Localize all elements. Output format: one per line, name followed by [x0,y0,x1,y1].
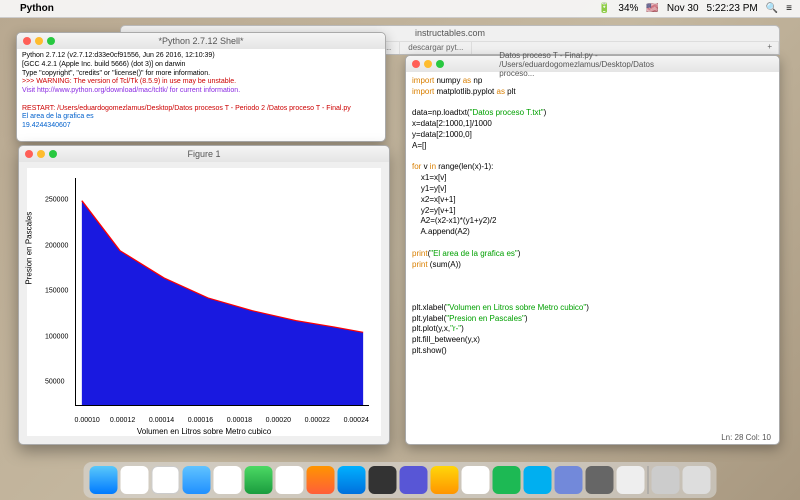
dock [84,462,717,498]
app-icon[interactable] [214,466,242,494]
plot-canvas[interactable]: Presion en Pascales Volumen en Litros so… [27,168,381,436]
matplotlib-figure-window: Figure 1 Presion en Pascales Volumen en … [18,145,390,445]
app-icon[interactable] [152,466,180,494]
app-icon[interactable] [462,466,490,494]
spotlight-icon[interactable]: 🔍 [766,3,778,14]
flag-icon[interactable]: 🇺🇸 [646,3,658,14]
app-icon[interactable] [617,466,645,494]
messages-icon[interactable] [245,466,273,494]
shell-output[interactable]: Python 2.7.12 (v2.7.12:d33e0cf91556, Jun… [17,49,385,134]
date-label: Nov 30 [667,3,699,14]
safari-icon[interactable] [183,466,211,494]
app-icon[interactable] [369,466,397,494]
settings-icon[interactable] [586,466,614,494]
menu-icon[interactable]: ≡ [786,3,792,14]
appstore-icon[interactable] [338,466,366,494]
trash-icon[interactable] [683,466,711,494]
finder-icon[interactable] [90,466,118,494]
code-editor[interactable]: import numpy as np import matplotlib.pyp… [406,72,779,361]
battery-pct: 34% [618,3,638,14]
app-icon[interactable] [121,466,149,494]
zoom-icon[interactable] [49,150,57,158]
close-icon[interactable] [23,37,31,45]
zoom-icon[interactable] [47,37,55,45]
python-icon[interactable] [431,466,459,494]
x-axis-label: Volumen en Litros sobre Metro cubico [137,427,271,436]
area-fill [76,178,369,405]
y-axis-label: Presion en Pascales [25,212,34,285]
axes [75,178,369,406]
zoom-icon[interactable] [436,60,444,68]
tab[interactable]: descargar pyt... [400,42,472,54]
dock-divider [648,466,649,494]
minimize-icon[interactable] [424,60,432,68]
minimize-icon[interactable] [37,150,45,158]
window-title: *Python 2.7.12 Shell* [158,36,243,46]
window-title: Figure 1 [187,149,220,159]
new-tab-button[interactable]: + [761,42,779,54]
downloads-icon[interactable] [652,466,680,494]
macos-menubar: Python 🔋 34% 🇺🇸 Nov 30 5:22:23 PM 🔍 ≡ [0,0,800,18]
app-icon[interactable] [400,466,428,494]
close-icon[interactable] [25,150,33,158]
spotify-icon[interactable] [493,466,521,494]
app-icon[interactable] [307,466,335,494]
minimize-icon[interactable] [35,37,43,45]
url-field[interactable]: instructables.com [415,28,485,38]
editor-window: Datos proceso T - Final.py - /Users/edua… [405,55,780,445]
app-icon[interactable] [276,466,304,494]
window-title: Datos proceso T - Final.py - /Users/edua… [499,51,686,78]
skype-icon[interactable] [524,466,552,494]
status-bar: Ln: 28 Col: 10 [719,431,773,444]
app-icon[interactable] [555,466,583,494]
time-label: 5:22:23 PM [707,3,758,14]
battery-icon[interactable]: 🔋 [598,3,610,14]
close-icon[interactable] [412,60,420,68]
python-shell-window: *Python 2.7.12 Shell* Python 2.7.12 (v2.… [16,32,386,142]
app-menu[interactable]: Python [20,3,54,14]
